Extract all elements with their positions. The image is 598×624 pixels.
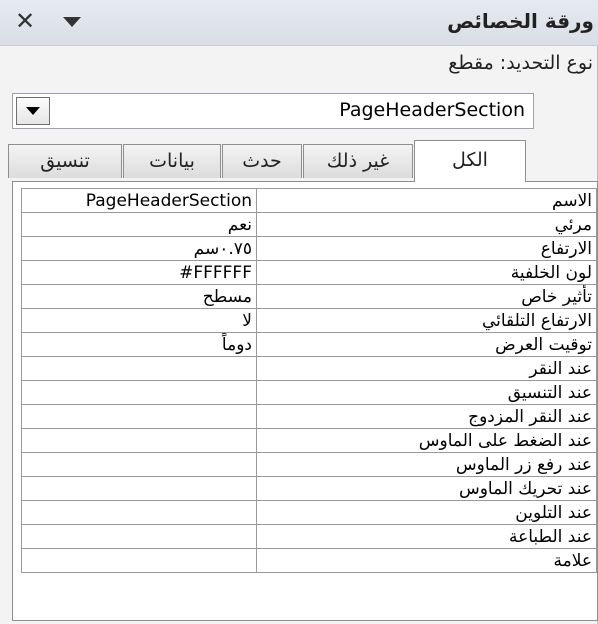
tab-event[interactable]: حدث	[222, 144, 302, 178]
property-row[interactable]: #FFFFFF لون الخلفية	[21, 260, 597, 285]
property-row[interactable]: عند تحريك الماوس	[21, 476, 597, 501]
property-row[interactable]: علامة	[21, 548, 597, 573]
property-name[interactable]: عند التلوين	[256, 500, 597, 525]
property-value[interactable]	[21, 428, 257, 453]
property-row[interactable]: عند الضغط على الماوس	[21, 428, 597, 453]
property-name[interactable]: الاسم	[256, 188, 597, 213]
property-name[interactable]: عند رفع زر الماوس	[256, 452, 597, 477]
object-selector-dropdown[interactable]: PageHeaderSection	[12, 93, 534, 129]
tab-format[interactable]: تنسيق	[8, 144, 122, 178]
property-row[interactable]: مسطح تأثير خاص	[21, 284, 597, 309]
property-name[interactable]: عند التنسيق	[256, 380, 597, 405]
property-name[interactable]: مرئي	[256, 212, 597, 237]
property-row[interactable]: ٠.٧٥سم الارتفاع	[21, 236, 597, 261]
property-value[interactable]	[21, 452, 257, 477]
property-value[interactable]	[21, 476, 257, 501]
property-name[interactable]: علامة	[256, 548, 597, 573]
object-selector-value: PageHeaderSection	[339, 99, 525, 121]
chevron-down-icon[interactable]	[58, 8, 86, 36]
close-icon[interactable]: ✕	[12, 6, 38, 36]
property-grid-panel: PageHeaderSection الاسم نعم مرئي ٠.٧٥سم …	[12, 181, 598, 621]
property-row[interactable]: عند الطباعة	[21, 524, 597, 549]
property-value[interactable]: لا	[21, 308, 257, 333]
title-bar: ✕ ورقة الخصائص	[0, 0, 598, 46]
property-row[interactable]: PageHeaderSection الاسم	[21, 188, 597, 213]
property-row[interactable]: عند التلوين	[21, 500, 597, 525]
property-row[interactable]: نعم مرئي	[21, 212, 597, 237]
property-value[interactable]: دوماً	[21, 332, 257, 357]
property-value[interactable]	[21, 404, 257, 429]
property-value[interactable]: ٠.٧٥سم	[21, 236, 257, 261]
property-grid: PageHeaderSection الاسم نعم مرئي ٠.٧٥سم …	[21, 188, 597, 573]
tab-strip: الكل غير ذلك حدث بيانات تنسيق	[0, 140, 598, 182]
property-row[interactable]: لا الارتفاع التلقائي	[21, 308, 597, 333]
property-name[interactable]: لون الخلفية	[256, 260, 597, 285]
property-name[interactable]: عند النقر	[256, 356, 597, 381]
property-name[interactable]: تأثير خاص	[256, 284, 597, 309]
tab-other[interactable]: غير ذلك	[303, 144, 413, 178]
property-row[interactable]: عند النقر المزدوج	[21, 404, 597, 429]
property-value[interactable]: PageHeaderSection	[21, 188, 257, 213]
property-value[interactable]	[21, 356, 257, 381]
property-name[interactable]: الارتفاع التلقائي	[256, 308, 597, 333]
property-value[interactable]: مسطح	[21, 284, 257, 309]
property-row[interactable]: عند النقر	[21, 356, 597, 381]
property-row[interactable]: عند رفع زر الماوس	[21, 452, 597, 477]
property-row[interactable]: عند التنسيق	[21, 380, 597, 405]
property-sheet-pane: ✕ ورقة الخصائص نوع التحديد: مقطع PageHea…	[0, 0, 598, 624]
property-name[interactable]: الارتفاع	[256, 236, 597, 261]
selection-type-label: نوع التحديد: مقطع	[448, 52, 593, 74]
pane-title: ورقة الخصائص	[447, 9, 594, 33]
dropdown-button[interactable]	[16, 97, 50, 125]
property-value[interactable]	[21, 500, 257, 525]
property-name[interactable]: عند تحريك الماوس	[256, 476, 597, 501]
property-value[interactable]: #FFFFFF	[21, 260, 257, 285]
property-value[interactable]: نعم	[21, 212, 257, 237]
chevron-down-icon	[26, 107, 40, 115]
property-value[interactable]	[21, 524, 257, 549]
property-value[interactable]	[21, 548, 257, 573]
property-name[interactable]: عند النقر المزدوج	[256, 404, 597, 429]
property-name[interactable]: عند الطباعة	[256, 524, 597, 549]
tab-data[interactable]: بيانات	[123, 144, 221, 178]
property-value[interactable]	[21, 380, 257, 405]
property-name[interactable]: عند الضغط على الماوس	[256, 428, 597, 453]
tab-all[interactable]: الكل	[414, 140, 526, 182]
property-name[interactable]: توقيت العرض	[256, 332, 597, 357]
property-row[interactable]: دوماً توقيت العرض	[21, 332, 597, 357]
